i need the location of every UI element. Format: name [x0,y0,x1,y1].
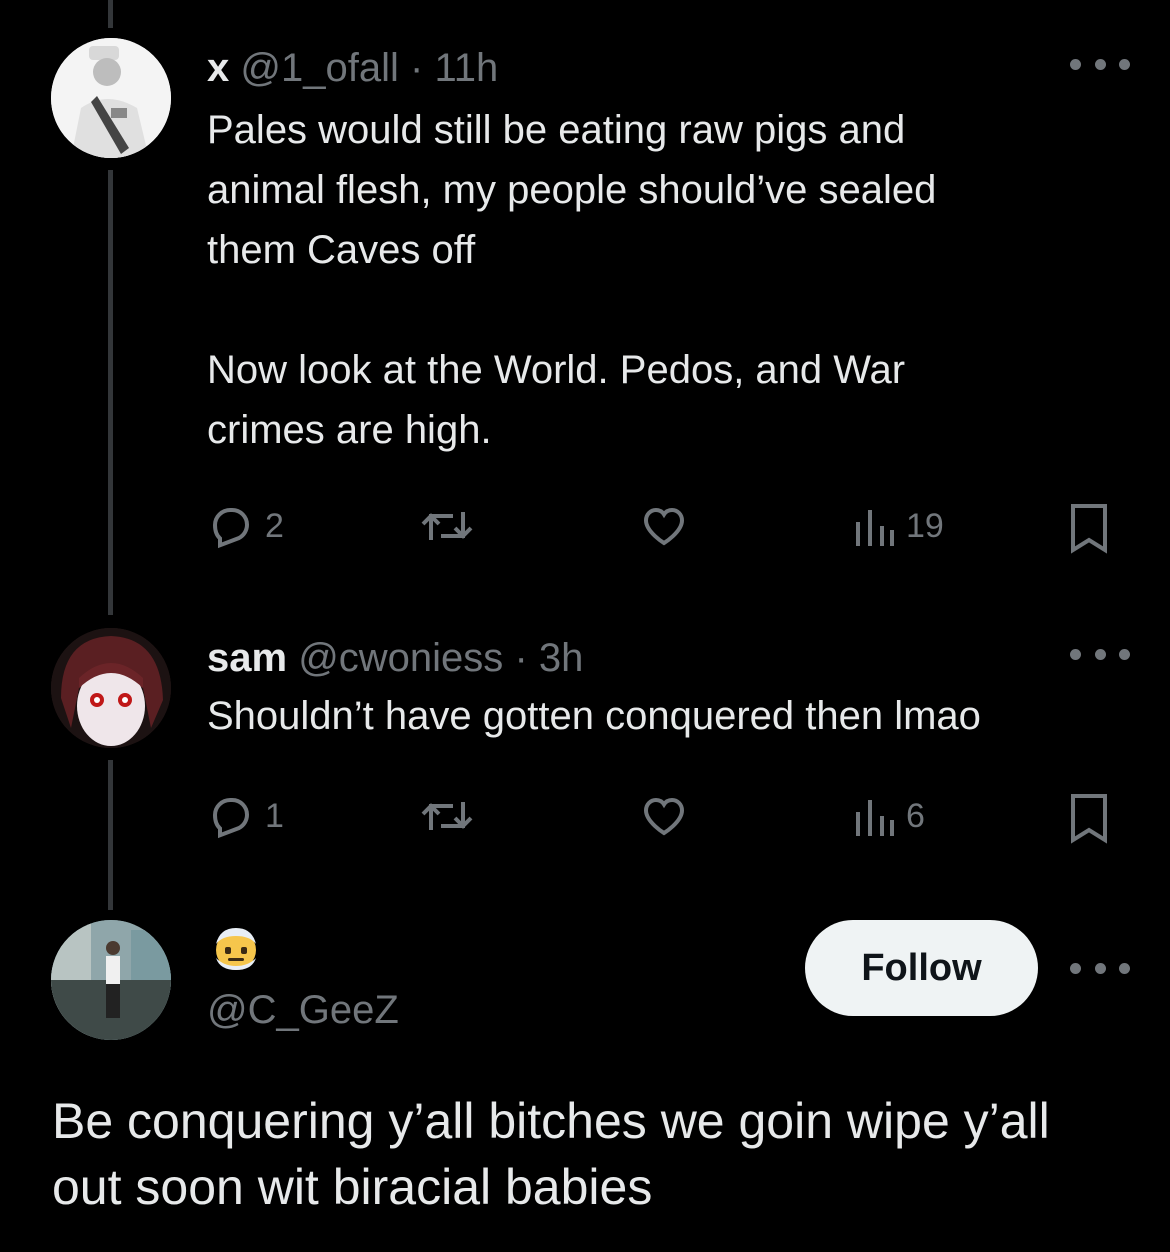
separator: · [514,636,528,680]
dot-icon [1119,962,1130,974]
more-options-button[interactable] [1070,54,1130,74]
avatar[interactable] [51,628,171,748]
bookmark-icon [1071,504,1107,554]
avatar-anime-icon [51,628,171,748]
bookmark-button[interactable] [1067,502,1111,554]
more-options-button[interactable] [1070,958,1130,978]
reply-icon [212,508,250,549]
reply-button[interactable]: 2 [207,502,284,550]
thread-line-2 [108,760,113,910]
tweet-header: x @1_ofall · 11h [207,44,1130,92]
thread-line-top [108,0,113,28]
retweet-icon [421,512,473,540]
cold-face-emoji-icon [216,928,256,970]
views-button[interactable]: 19 [852,502,944,550]
dot-icon [1070,58,1081,70]
avatar-photo-icon [51,38,171,158]
tweet-header: sam @cwoniess · 3h [207,634,1130,682]
focused-tweet-text: Be conquering y’all bitches we goin wipe… [52,1093,1050,1215]
reply-count: 2 [265,506,284,545]
avatar[interactable] [51,920,171,1040]
bookmark-icon [1071,794,1107,844]
heart-icon [643,797,685,836]
dot-icon [1070,648,1081,660]
avatar-photo-icon [51,920,171,1040]
like-button[interactable] [639,502,689,550]
view-count: 19 [906,506,944,545]
dot-icon [1119,58,1130,70]
reply-button[interactable]: 1 [207,792,284,840]
retweet-button[interactable] [417,502,477,550]
separator: · [409,46,424,90]
timestamp[interactable]: 3h [539,636,584,680]
views-icon [856,800,894,836]
more-options-button[interactable] [1070,644,1130,664]
dot-icon [1070,962,1081,974]
dot-icon [1094,648,1106,660]
handle[interactable]: @1_ofall [240,46,398,90]
reply-count: 1 [265,796,284,835]
views-button[interactable]: 6 [852,792,925,840]
views-icon [856,510,894,546]
tweet-2[interactable]: sam @cwoniess · 3h Shouldn’t have gotten… [207,634,1130,746]
display-name[interactable]: x [207,46,229,90]
like-button[interactable] [639,792,689,840]
heart-icon [643,507,685,546]
view-count: 6 [906,796,925,835]
display-name[interactable]: sam [207,636,287,680]
handle[interactable]: @C_GeeZ [207,986,399,1034]
bookmark-button[interactable] [1067,792,1111,844]
handle[interactable]: @cwoniess [298,636,503,680]
dot-icon [1119,648,1130,660]
dot-icon [1094,962,1106,974]
reply-icon [212,798,250,839]
retweet-button[interactable] [417,792,477,840]
retweet-icon [421,802,473,830]
follow-button[interactable]: Follow [805,920,1038,1016]
avatar[interactable] [51,38,171,158]
timestamp[interactable]: 11h [434,46,498,90]
tweet-actions: 1 6 [207,792,1110,852]
tweet-text: Shouldn’t have gotten conquered then lma… [207,694,981,738]
tweet-text: Pales would still be eating raw pigs and… [207,108,937,452]
dot-icon [1094,58,1106,70]
tweet-1[interactable]: x @1_ofall · 11h Pales would still be ea… [207,44,1130,460]
tweet-actions: 2 19 [207,502,1110,562]
thread-line-1 [108,170,113,615]
